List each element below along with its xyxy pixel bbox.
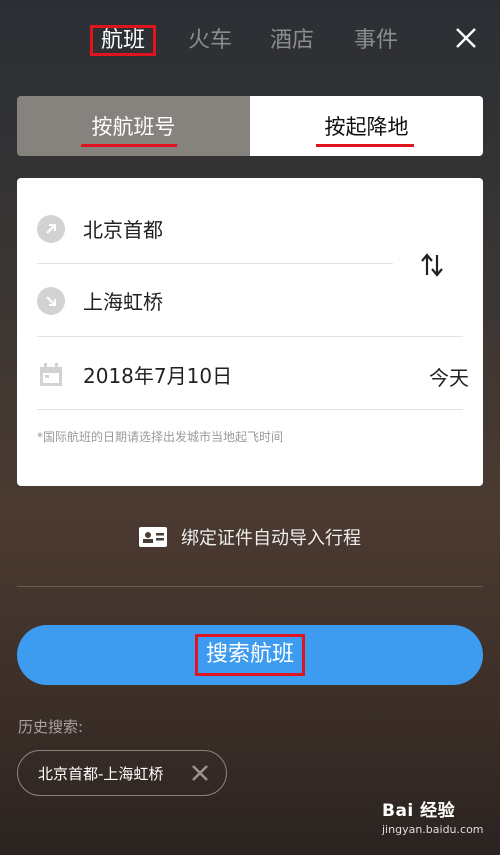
search-flights-label: 搜索航班 — [194, 634, 305, 676]
divider — [37, 336, 463, 337]
close-button[interactable] — [448, 20, 484, 56]
tab-trains[interactable]: 火车 — [180, 22, 240, 60]
top-tab-bar: 航班 火车 酒店 事件 — [0, 0, 500, 80]
segment-by-route-label: 按起降地 — [324, 115, 409, 139]
divider — [37, 409, 463, 410]
date-relative-label: 今天 — [429, 366, 469, 390]
arrival-city: 上海虹桥 — [83, 290, 163, 314]
id-card-icon — [139, 527, 167, 547]
swap-icon — [421, 253, 443, 277]
segment-by-route[interactable]: 按起降地 — [250, 96, 483, 156]
calendar-icon — [40, 362, 62, 386]
departure-row[interactable]: 北京首都 — [37, 214, 163, 243]
segment-by-flight-number[interactable]: 按航班号 — [17, 96, 250, 156]
history-remove-button[interactable] — [190, 763, 210, 783]
segment-by-flight-number-label: 按航班号 — [91, 115, 176, 139]
bind-id-text: 绑定证件自动导入行程 — [181, 528, 361, 549]
tab-flights[interactable]: 航班 — [86, 22, 160, 60]
history-chip-label: 北京首都-上海虹桥 — [38, 764, 164, 783]
history-title: 历史搜索: — [18, 718, 84, 736]
red-underline — [316, 144, 414, 147]
international-flight-note: *国际航班的日期请选择出发城市当地起飞时间 — [37, 430, 284, 444]
watermark-brand: Bai 经验 — [382, 801, 456, 821]
departure-arrow-icon — [37, 214, 65, 243]
baidu-jingyan-watermark: Bai 经验 jingyan.baidu.com — [382, 796, 492, 852]
departure-city: 北京首都 — [83, 218, 163, 242]
date-value: 2018年7月10日 — [83, 364, 233, 388]
tab-flights-label: 航班 — [89, 25, 156, 56]
arrival-arrow-icon — [37, 286, 65, 315]
arrival-row[interactable]: 上海虹桥 — [37, 286, 163, 315]
search-mode-segment: 按航班号 按起降地 — [17, 96, 483, 156]
close-icon — [456, 28, 476, 48]
divider — [37, 263, 393, 264]
close-icon — [192, 765, 208, 781]
date-row[interactable]: 2018年7月10日 — [37, 360, 232, 389]
tab-hotels[interactable]: 酒店 — [262, 22, 322, 60]
bind-id-link[interactable]: 绑定证件自动导入行程 — [0, 520, 500, 554]
search-flights-button[interactable]: 搜索航班 — [17, 625, 483, 685]
red-underline — [81, 144, 177, 147]
swap-cities-button[interactable] — [417, 250, 447, 280]
search-form-card: 北京首都 上海虹桥 2018年7月10日 今天 *国际航班的日期请选择出发城市当… — [17, 178, 483, 486]
tab-events[interactable]: 事件 — [346, 22, 406, 60]
watermark-url: jingyan.baidu.com — [382, 823, 484, 836]
history-chip[interactable]: 北京首都-上海虹桥 — [17, 750, 227, 796]
section-divider — [17, 586, 483, 587]
